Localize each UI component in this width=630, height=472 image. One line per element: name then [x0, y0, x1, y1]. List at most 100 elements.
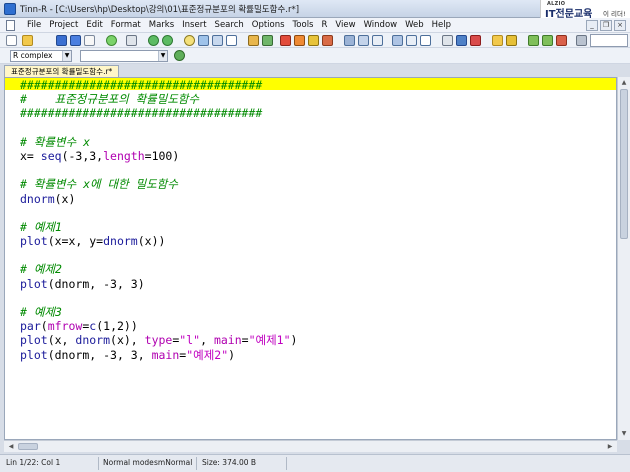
document-icon[interactable]: [6, 20, 15, 31]
code-token: dnorm: [20, 191, 55, 206]
restore-icon[interactable]: ❐: [600, 20, 612, 31]
horizontal-scrollbar[interactable]: ◀ ▶: [4, 440, 617, 452]
flag-multi-icon[interactable]: [322, 35, 333, 46]
code-line[interactable]: [20, 248, 297, 262]
menu-item-tools[interactable]: Tools: [289, 20, 318, 30]
blocks-icon[interactable]: [456, 35, 467, 46]
filter-icon[interactable]: [576, 35, 587, 46]
code-line[interactable]: # 예제3: [20, 305, 297, 319]
save-all-icon[interactable]: [70, 35, 81, 46]
code-line[interactable]: ###################################: [20, 106, 297, 120]
open-folder-icon[interactable]: [22, 35, 33, 46]
code-line[interactable]: plot(x=x, y=dnorm(x)): [20, 234, 297, 248]
secondary-select[interactable]: ▼: [80, 50, 168, 62]
bookmark-icon[interactable]: [262, 35, 273, 46]
flag-yellow-icon[interactable]: [308, 35, 319, 46]
code-line[interactable]: plot(x, dnorm(x), type="l", main="예제1"): [20, 333, 297, 347]
menu-item-window[interactable]: Window: [360, 20, 402, 30]
window-icon[interactable]: [392, 35, 403, 46]
code-token: main: [151, 347, 180, 362]
code-line[interactable]: # 표준정규분포의 확률밀도함수: [20, 92, 297, 106]
toolbar-search-input[interactable]: [590, 34, 628, 47]
code-line[interactable]: # 예제1: [20, 220, 297, 234]
code-token: (x),: [110, 333, 145, 348]
menu-item-file[interactable]: File: [23, 20, 45, 30]
find-next-icon[interactable]: [198, 35, 209, 46]
code-line[interactable]: plot(dnorm, -3, 3, main="예제2"): [20, 348, 297, 362]
code-token: ): [228, 347, 236, 362]
split-icon[interactable]: [344, 35, 355, 46]
code-line[interactable]: [20, 206, 297, 220]
list-icon[interactable]: [442, 35, 453, 46]
send-to-r-icon[interactable]: [528, 35, 539, 46]
code-line[interactable]: [20, 163, 297, 177]
code-line[interactable]: # 확률변수 x: [20, 135, 297, 149]
r-syntax-select[interactable]: R complex ▼: [10, 50, 72, 62]
code-token: (x=x, y=: [47, 234, 104, 249]
scroll-right-icon[interactable]: ▶: [605, 441, 615, 452]
swap-icon[interactable]: [406, 35, 417, 46]
replace-icon[interactable]: [212, 35, 223, 46]
menu-item-format[interactable]: Format: [107, 20, 145, 30]
find-icon[interactable]: [184, 35, 195, 46]
code-line[interactable]: par(mfrow=c(1,2)): [20, 319, 297, 333]
code-token: (x): [54, 191, 76, 206]
redo-icon[interactable]: [162, 35, 173, 46]
menu-item-project[interactable]: Project: [45, 20, 82, 30]
menu-item-marks[interactable]: Marks: [145, 20, 178, 30]
vertical-scroll-thumb[interactable]: [620, 89, 628, 239]
menu-item-search[interactable]: Search: [211, 20, 248, 30]
close-icon[interactable]: ×: [614, 20, 626, 31]
vertical-scrollbar[interactable]: ▲ ▼: [617, 77, 630, 440]
menu-item-insert[interactable]: Insert: [178, 20, 210, 30]
panel-icon[interactable]: [358, 35, 369, 46]
menu-item-edit[interactable]: Edit: [82, 20, 106, 30]
code-line[interactable]: x= seq(-3,3,length=100): [20, 149, 297, 163]
run-line-icon[interactable]: [506, 35, 517, 46]
menu-item-r[interactable]: R: [318, 20, 332, 30]
print-icon[interactable]: [126, 35, 137, 46]
code-line[interactable]: [20, 291, 297, 305]
new-file-icon[interactable]: [6, 35, 17, 46]
goto-line-icon[interactable]: [226, 35, 237, 46]
menu-item-options[interactable]: Options: [248, 20, 289, 30]
flag-orange-icon[interactable]: [294, 35, 305, 46]
close-file-icon[interactable]: [84, 35, 95, 46]
run-icon[interactable]: [492, 35, 503, 46]
code-line[interactable]: # 예제2: [20, 262, 297, 276]
menu-item-view[interactable]: View: [331, 20, 359, 30]
code-token: # 예제2: [20, 262, 62, 277]
horizontal-scroll-thumb[interactable]: [18, 443, 38, 450]
code-line[interactable]: plot(dnorm, -3, 3): [20, 277, 297, 291]
chart-icon[interactable]: [470, 35, 481, 46]
edit-icon[interactable]: [248, 35, 259, 46]
code-token: (1,2)): [96, 319, 138, 334]
chevron-down-icon[interactable]: ▼: [158, 51, 167, 61]
send-selection-icon[interactable]: [542, 35, 553, 46]
menu-item-help[interactable]: Help: [428, 20, 455, 30]
menu-item-web[interactable]: Web: [401, 20, 428, 30]
code-editor[interactable]: ################################### # 표준정…: [4, 77, 617, 440]
arrows-icon[interactable]: [372, 35, 383, 46]
save-icon[interactable]: [56, 35, 67, 46]
scroll-up-icon[interactable]: ▲: [618, 78, 630, 88]
code-line[interactable]: dnorm(x): [20, 192, 297, 206]
document-view-icon[interactable]: [420, 35, 431, 46]
flag-red-icon[interactable]: [280, 35, 291, 46]
minimize-icon[interactable]: _: [586, 20, 598, 31]
scroll-down-icon[interactable]: ▼: [618, 429, 630, 439]
check-icon[interactable]: [174, 50, 185, 61]
code-line[interactable]: [20, 121, 297, 135]
code-line[interactable]: ###################################: [20, 78, 297, 92]
code-token: dnorm: [103, 234, 138, 249]
refresh-icon[interactable]: [106, 35, 117, 46]
send-file-icon[interactable]: [556, 35, 567, 46]
code-token: # 확률변수 x에 대한 밀도함수: [20, 177, 178, 192]
undo-icon[interactable]: [148, 35, 159, 46]
status-syntax: smNormal: [154, 458, 193, 467]
tab-active-file[interactable]: 표준정규분포의 확률밀도함수.r*: [4, 65, 120, 77]
code-line[interactable]: # 확률변수 x에 대한 밀도함수: [20, 177, 297, 191]
scroll-left-icon[interactable]: ◀: [6, 441, 16, 452]
chevron-down-icon[interactable]: ▼: [62, 51, 71, 61]
code-token: # 예제1: [20, 219, 62, 234]
